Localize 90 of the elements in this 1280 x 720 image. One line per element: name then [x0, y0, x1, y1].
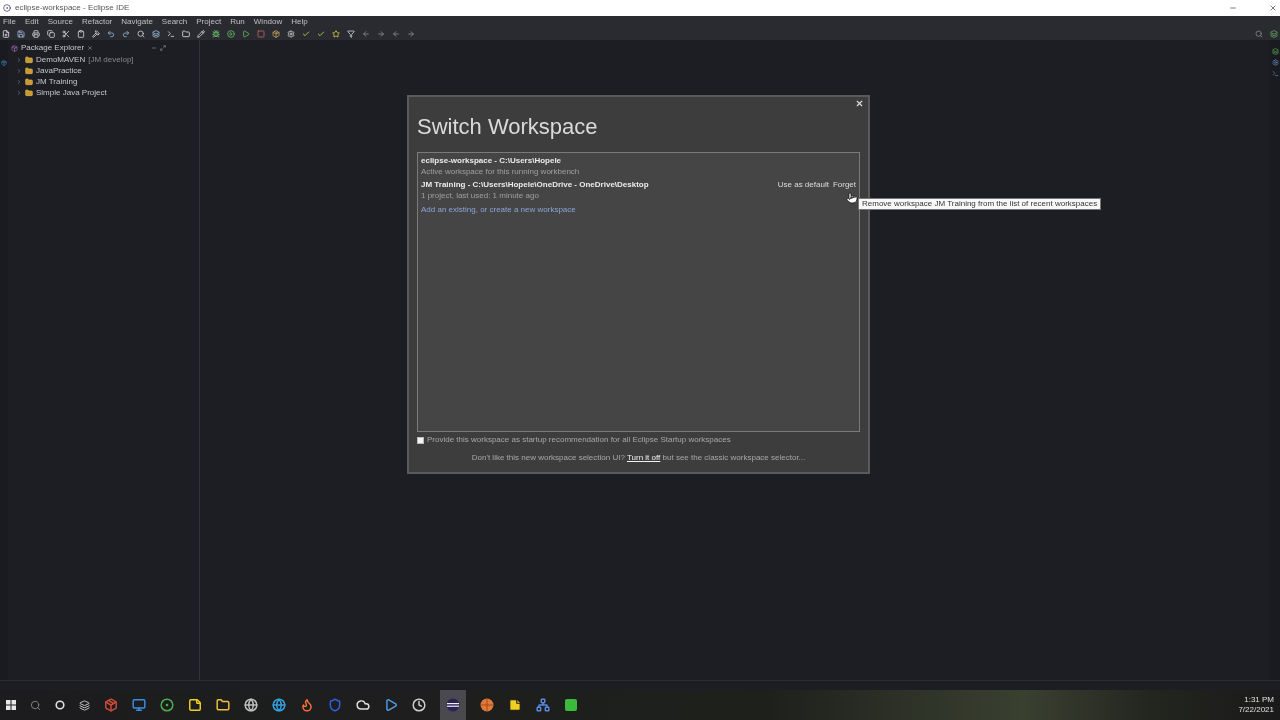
menu-item[interactable]: Refactor	[82, 17, 113, 26]
hand-pointer-icon	[846, 192, 858, 204]
settings-icon[interactable]	[287, 29, 295, 38]
workspace-name[interactable]: eclipse-workspace - C:\Users\Hopele	[421, 156, 562, 166]
workspace-detail: 1 project, last used: 1 minute ago	[421, 191, 539, 201]
shield-icon[interactable]	[328, 698, 342, 712]
ring-icon[interactable]	[55, 700, 65, 710]
tree-item[interactable]: JM Training	[36, 77, 78, 86]
terminal-icon[interactable]	[1271, 70, 1279, 77]
turn-off-link[interactable]: Turn it off	[626, 453, 661, 462]
forward-icon[interactable]	[377, 29, 385, 38]
target-icon[interactable]	[160, 698, 174, 712]
menu-item[interactable]: Navigate	[121, 17, 153, 26]
folder-icon[interactable]	[216, 698, 230, 712]
undo-icon[interactable]	[107, 29, 115, 38]
app-logo-icon	[3, 4, 11, 12]
new-file-icon[interactable]	[2, 29, 10, 38]
clock-icon[interactable]	[412, 698, 426, 712]
cloud-icon[interactable]	[356, 698, 370, 712]
tree-item[interactable]: JavaPractice	[36, 66, 82, 75]
globe-icon[interactable]	[272, 698, 286, 712]
note-icon[interactable]	[508, 698, 522, 712]
workspace-detail: Active workspace for this running workbench	[421, 167, 580, 177]
clipboard-icon[interactable]	[77, 29, 85, 38]
window-title: eclipse-workspace - Eclipse IDE	[15, 4, 130, 12]
folder-icon	[25, 88, 33, 97]
checkbox[interactable]	[417, 436, 424, 444]
pencil-icon[interactable]	[197, 29, 205, 38]
menu-item[interactable]: File	[3, 17, 16, 26]
search-icon[interactable]	[1255, 29, 1263, 38]
folder-icon[interactable]	[182, 29, 190, 38]
search-icon[interactable]	[30, 699, 41, 711]
square-icon[interactable]	[564, 698, 578, 712]
flame-icon[interactable]	[300, 698, 314, 712]
footer-note: Don't like this new workspace selection UI? Turn it off but see the classic workspace selector...	[471, 454, 806, 462]
dialog-title: Switch Workspace	[417, 116, 598, 138]
hammer-icon[interactable]	[92, 29, 100, 38]
back-icon[interactable]	[392, 29, 400, 38]
ball-icon[interactable]	[480, 698, 494, 712]
folder-icon	[25, 77, 33, 86]
workspace-action-link[interactable]: Forget	[832, 180, 856, 190]
back-icon[interactable]	[362, 29, 370, 38]
save-icon[interactable]	[17, 29, 25, 38]
striped-disc-icon[interactable]	[446, 698, 460, 712]
redo-icon[interactable]	[122, 29, 130, 38]
package-icon	[11, 44, 18, 52]
layers-icon[interactable]	[79, 699, 90, 711]
tree-item[interactable]: DemoMAVEN	[36, 55, 86, 64]
copy-icon[interactable]	[47, 29, 55, 38]
menu-item[interactable]: Help	[291, 17, 308, 26]
package-icon[interactable]	[272, 29, 280, 38]
menu-item[interactable]: Window	[253, 17, 283, 26]
clock-date: 7/22/2021	[1238, 706, 1274, 714]
add-workspace-link[interactable]: Add an existing, or create a new workspace	[421, 205, 576, 215]
menu-item[interactable]: Run	[230, 17, 245, 26]
menu-item[interactable]: Edit	[24, 17, 39, 26]
menu-item[interactable]: Search	[161, 17, 188, 26]
settings-icon[interactable]	[1271, 59, 1279, 66]
package-icon[interactable]	[104, 698, 118, 712]
folder-icon	[25, 66, 33, 75]
printer-icon[interactable]	[32, 29, 40, 38]
maximize-icon[interactable]	[160, 45, 166, 51]
clock-time: 1:31 PM	[1244, 696, 1274, 704]
menu-item[interactable]: Project	[196, 17, 222, 26]
tree-item[interactable]: Simple Java Project	[36, 88, 107, 97]
play-circle-icon[interactable]	[227, 29, 235, 38]
terminal-icon[interactable]	[167, 29, 175, 38]
star-icon[interactable]	[332, 29, 340, 38]
forward-icon[interactable]	[407, 29, 415, 38]
bug-icon[interactable]	[212, 29, 220, 38]
search-icon[interactable]	[137, 29, 145, 38]
monitor-icon[interactable]	[132, 698, 146, 712]
run-icon[interactable]	[242, 29, 250, 38]
network-icon[interactable]	[536, 698, 550, 712]
package-icon[interactable]	[1, 60, 7, 66]
windows-logo-icon[interactable]	[6, 700, 16, 710]
close-icon[interactable]	[1269, 4, 1277, 12]
panel-tab[interactable]: Package Explorer	[21, 44, 85, 52]
tree-item-decoration: [JM develop]	[88, 55, 134, 64]
checkbox-label: Provide this workspace as startup recommendation for all Eclipse Startup workspaces	[427, 436, 731, 444]
menu-item[interactable]: Source	[47, 17, 74, 26]
workspace-name[interactable]: JM Training - C:\Users\Hopele\OneDrive - OneDrive\Desktop	[421, 180, 649, 190]
scissors-icon[interactable]	[62, 29, 70, 38]
filter-icon[interactable]	[347, 29, 355, 38]
folder-icon	[25, 55, 33, 64]
layers-icon[interactable]	[152, 29, 160, 38]
play-icon[interactable]	[384, 698, 398, 712]
globe-icon[interactable]	[244, 698, 258, 712]
workspace-action-link[interactable]: Use as default	[777, 180, 829, 190]
tooltip: Remove workspace JM Training from the list of recent workspaces	[858, 198, 1102, 210]
